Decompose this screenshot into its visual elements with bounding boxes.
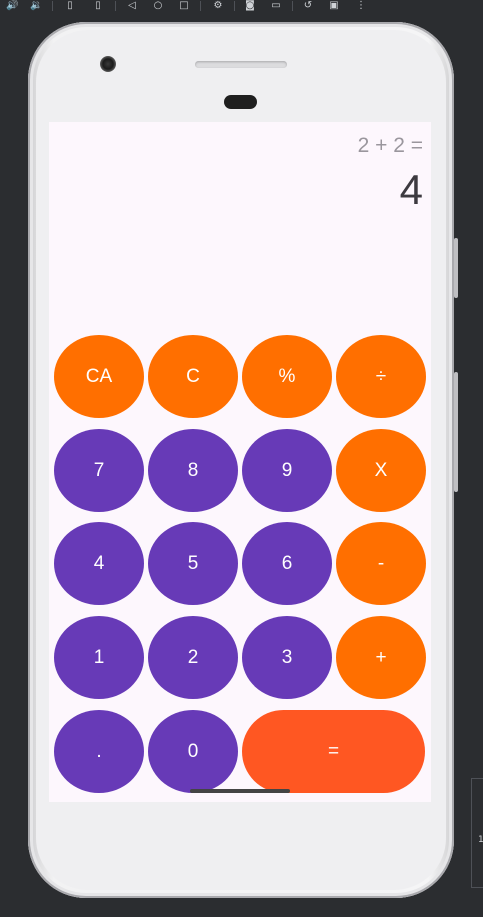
screenrecord-icon[interactable]: ▭	[270, 0, 282, 12]
gesture-nav-handle[interactable]	[190, 789, 290, 793]
clear-all-button[interactable]: CA	[54, 335, 144, 418]
multiply-button[interactable]: X	[336, 429, 426, 512]
clear-button[interactable]: C	[148, 335, 238, 418]
toolbar-divider	[292, 1, 293, 11]
digit-6-button[interactable]: 6	[242, 522, 332, 605]
expression-display: 2 + 2 =	[357, 134, 423, 157]
decimal-button[interactable]: .	[54, 710, 144, 793]
toolbar-divider	[200, 1, 201, 11]
rotate-right-icon[interactable]: ▯	[92, 0, 104, 12]
overview-icon[interactable]: □	[178, 0, 190, 12]
divide-button[interactable]: ÷	[336, 335, 426, 418]
percent-button[interactable]: %	[242, 335, 332, 418]
side-panel: 1	[471, 778, 483, 888]
digit-9-button[interactable]: 9	[242, 429, 332, 512]
earpiece-speaker	[195, 61, 287, 68]
plus-button[interactable]: +	[336, 616, 426, 699]
power-button[interactable]	[454, 238, 458, 298]
side-panel-text: 1	[478, 835, 483, 845]
minus-button[interactable]: -	[336, 522, 426, 605]
back-icon[interactable]: ◁	[126, 0, 138, 12]
equals-button[interactable]: =	[242, 710, 425, 793]
reset-icon[interactable]: ↺	[302, 0, 314, 12]
volume-up-icon[interactable]: 🔊	[6, 0, 18, 12]
digit-2-button[interactable]: 2	[148, 616, 238, 699]
snapshot-icon[interactable]: ▣	[328, 0, 340, 12]
digit-8-button[interactable]: 8	[148, 429, 238, 512]
settings-icon[interactable]: ⚙	[212, 0, 224, 12]
app-screen: 10:46 2 + 2 = 4 CA C % ÷ 7 8 9 X 4 5 6 -…	[49, 122, 431, 802]
rotate-left-icon[interactable]: ▯	[64, 0, 76, 12]
result-display: 4	[399, 166, 423, 213]
digit-0-button[interactable]: 0	[148, 710, 238, 793]
volume-rocker[interactable]	[454, 372, 458, 492]
digit-7-button[interactable]: 7	[54, 429, 144, 512]
more-icon[interactable]: ⋮	[355, 0, 367, 12]
toolbar-divider	[115, 1, 116, 11]
digit-5-button[interactable]: 5	[148, 522, 238, 605]
digit-3-button[interactable]: 3	[242, 616, 332, 699]
toolbar-divider	[234, 1, 235, 11]
home-icon[interactable]: ○	[152, 0, 164, 12]
front-camera-icon	[100, 56, 116, 72]
proximity-sensor	[224, 95, 257, 109]
camera-icon[interactable]: ◙	[244, 0, 256, 12]
volume-down-icon[interactable]: 🔉	[30, 0, 42, 12]
emulator-toolbar: 🔊 🔉 ▯ ▯ ◁ ○ □ ⚙ ◙ ▭ ↺ ▣ ⋮	[0, 0, 483, 14]
toolbar-divider	[52, 1, 53, 11]
digit-1-button[interactable]: 1	[54, 616, 144, 699]
status-bar-time: 10:46	[63, 127, 91, 139]
digit-4-button[interactable]: 4	[54, 522, 144, 605]
